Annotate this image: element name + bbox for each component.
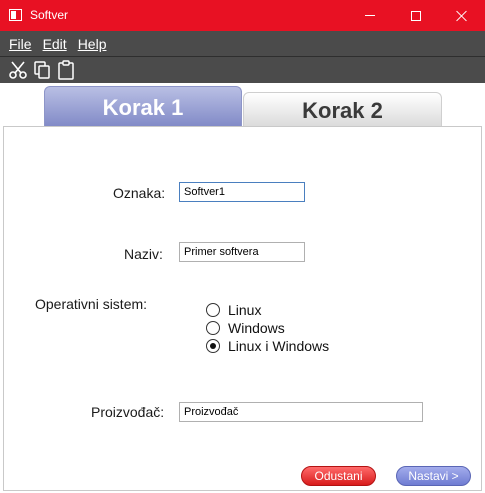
cancel-button[interactable]: Odustani	[301, 466, 376, 486]
radio-windows[interactable]: Windows	[206, 320, 285, 336]
naziv-label: Naziv:	[124, 246, 163, 262]
maximize-button[interactable]	[393, 0, 439, 31]
oznaka-label: Oznaka:	[113, 185, 166, 201]
close-button[interactable]	[439, 0, 485, 31]
window-title: Softver	[30, 8, 69, 22]
menu-edit[interactable]: Edit	[38, 36, 72, 52]
copy-icon	[34, 61, 50, 79]
paste-icon	[58, 60, 74, 80]
menu-help[interactable]: Help	[73, 36, 112, 52]
cut-button[interactable]	[7, 59, 29, 81]
naziv-input[interactable]	[179, 242, 305, 262]
maximize-icon	[411, 10, 421, 21]
menu-bar: File Edit Help	[0, 31, 485, 56]
radio-label: Linux	[228, 302, 262, 318]
paste-button[interactable]	[55, 59, 77, 81]
proizvodjac-input[interactable]	[179, 402, 423, 422]
os-label: Operativni sistem:	[35, 296, 148, 312]
radio-button[interactable]	[206, 303, 220, 317]
toolbar	[0, 56, 485, 83]
tab-korak-1[interactable]: Korak 1	[44, 86, 242, 128]
radio-button[interactable]	[206, 321, 220, 335]
copy-button[interactable]	[31, 59, 53, 81]
minimize-button[interactable]	[347, 0, 393, 31]
radio-label: Windows	[228, 320, 285, 336]
radio-linux[interactable]: Linux	[206, 302, 261, 318]
tab-korak-2[interactable]: Korak 2	[243, 92, 442, 128]
proizvodjac-label: Proizvođač:	[91, 404, 165, 420]
app-icon	[9, 9, 22, 21]
menu-file[interactable]: File	[4, 36, 37, 52]
radio-button-selected[interactable]	[206, 339, 220, 353]
radio-linux-i-windows[interactable]: Linux i Windows	[206, 338, 329, 354]
title-bar: Softver	[0, 0, 485, 31]
minimize-icon	[365, 15, 375, 16]
radio-label: Linux i Windows	[228, 338, 330, 354]
next-button[interactable]: Nastavi >	[396, 466, 471, 486]
oznaka-input[interactable]	[179, 182, 305, 202]
close-icon	[456, 10, 468, 22]
cut-icon	[9, 61, 27, 79]
tab-strip: Korak 1 Korak 2	[0, 83, 485, 128]
